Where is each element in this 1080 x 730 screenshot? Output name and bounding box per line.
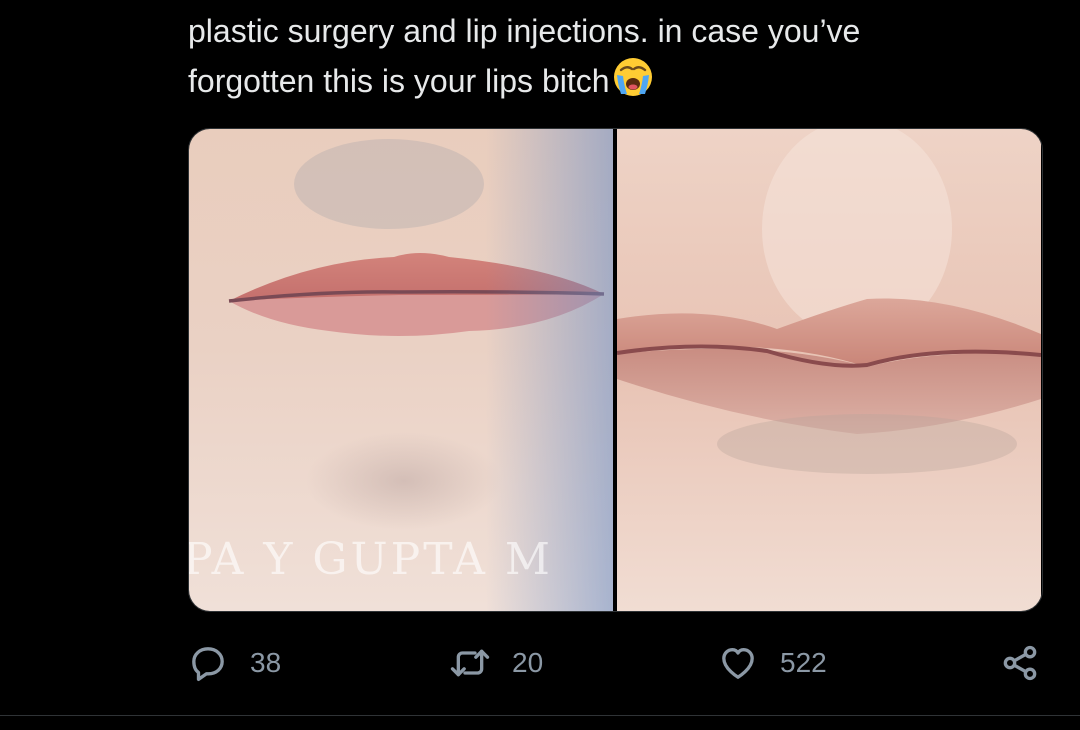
reply-count: 38	[250, 647, 282, 678]
tweet-text-line-2-text: forgotten this is your lips bitch	[188, 63, 610, 99]
reply-button[interactable]: 38	[188, 640, 281, 686]
heart-icon	[722, 648, 754, 679]
share-icon	[1003, 645, 1037, 681]
lips-photo-after-graphic	[617, 129, 1041, 611]
photo-watermark: PA Y GUPTA M	[189, 534, 553, 585]
tweet-text-line-2: forgotten this is your lips bitch	[188, 56, 1048, 106]
like-button[interactable]: 522	[718, 640, 827, 686]
tweet: plastic surgery and lip injections. in c…	[0, 0, 1080, 730]
reply-icon	[192, 647, 224, 681]
lips-photo-after[interactable]	[617, 129, 1041, 611]
tweet-media[interactable]: PA Y GUPTA M	[188, 128, 1043, 612]
loudly-crying-face-emoji	[613, 58, 652, 96]
retweet-button[interactable]: 20	[450, 640, 543, 686]
retweet-count: 20	[512, 647, 544, 678]
retweet-icon	[450, 649, 490, 677]
lips-photo-before[interactable]: PA Y GUPTA M	[189, 129, 613, 611]
like-count: 522	[780, 647, 827, 678]
tweet-text: plastic surgery and lip injections. in c…	[188, 6, 1048, 106]
tweet-actions: 38 20 522	[188, 640, 1040, 686]
tweet-text-line-1: plastic surgery and lip injections. in c…	[188, 13, 861, 49]
divider	[0, 715, 1080, 716]
share-button[interactable]	[1000, 640, 1040, 686]
